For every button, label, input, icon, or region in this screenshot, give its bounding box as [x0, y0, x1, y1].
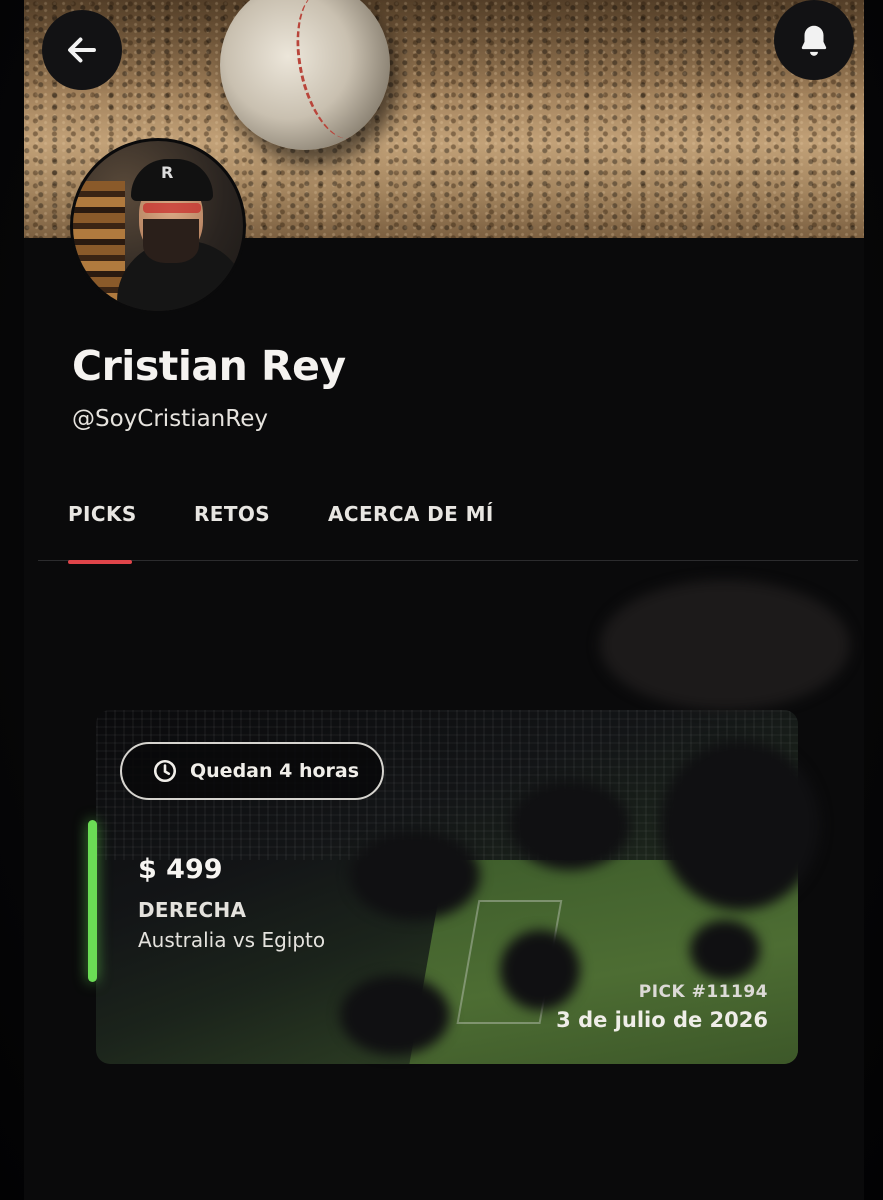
redaction-blur [500, 930, 580, 1010]
redaction-blur [690, 920, 760, 980]
redaction-blur [340, 975, 450, 1055]
redaction-blur [600, 580, 850, 710]
tab-retos[interactable]: RETOS [194, 502, 270, 526]
arrow-left-icon [68, 37, 96, 63]
time-left-text: Quedan 4 horas [190, 760, 360, 782]
redaction-blur [660, 740, 820, 910]
phone-frame: R Cristian Rey @SoyCristianRey PICKS RET… [0, 0, 883, 1200]
clock-icon [153, 759, 177, 783]
baseball-image [220, 0, 390, 150]
active-tab-indicator [68, 560, 132, 564]
notifications-button[interactable] [774, 0, 854, 80]
profile-name: Cristian Rey [72, 342, 346, 390]
pick-date: 3 de julio de 2026 [556, 1008, 768, 1032]
redaction-blur [510, 780, 630, 870]
time-left-badge: Quedan 4 horas [120, 742, 384, 800]
profile-handle: @SoyCristianRey [72, 406, 268, 432]
back-button[interactable] [42, 10, 122, 90]
cap-logo: R [161, 163, 174, 182]
avatar[interactable]: R [70, 138, 246, 314]
pick-id: PICK #11194 [638, 982, 768, 1002]
pick-side: DERECHA [138, 898, 247, 922]
pick-price: $ 499 [138, 854, 223, 885]
tab-picks[interactable]: PICKS [68, 502, 137, 526]
redaction-blur [350, 830, 480, 920]
pick-status-bar [88, 820, 97, 982]
tabs-divider [38, 560, 858, 561]
profile-tabs: PICKS RETOS ACERCA DE MÍ [38, 490, 858, 566]
bell-icon [801, 25, 827, 56]
tab-acerca-de-mi[interactable]: ACERCA DE MÍ [328, 502, 494, 526]
pick-match: Australia vs Egipto [138, 928, 326, 952]
